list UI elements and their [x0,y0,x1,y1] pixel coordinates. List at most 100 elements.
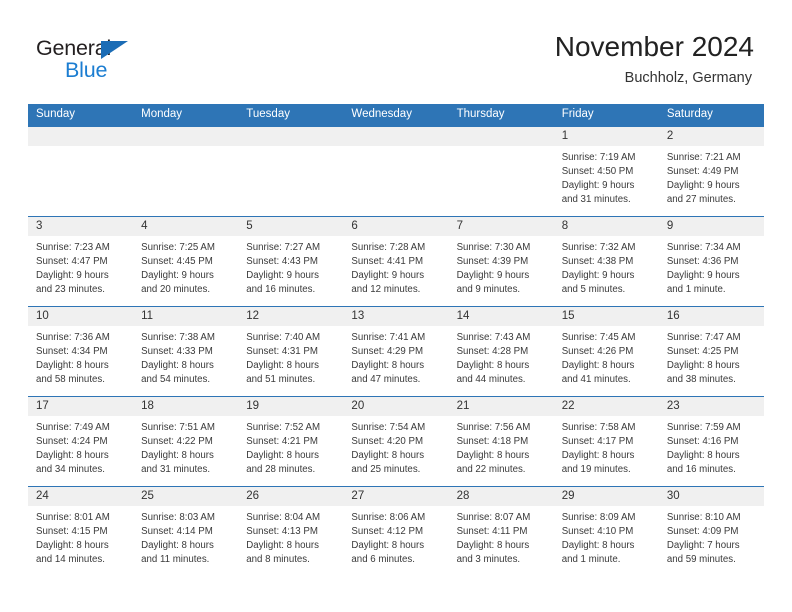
sunset-line: Sunset: 4:39 PM [456,255,529,267]
calendar-day-cell[interactable]: 10 Sunrise: 7:36 AM Sunset: 4:34 PM Dayligh… [28,305,134,396]
sunset-line: Sunset: 4:21 PM [246,435,318,447]
calendar-day-cell[interactable]: 19 Sunrise: 7:52 AM Sunset: 4:21 PM Dayligh… [238,395,344,486]
daylight-line-1: Daylight: 8 hours [246,359,319,371]
sunrise-line: Sunrise: 7:28 AM [351,241,426,253]
sunset-line: Sunset: 4:41 PM [351,255,424,267]
calendar-day-cell[interactable]: 26 Sunrise: 8:04 AM Sunset: 4:13 PM Dayligh… [238,485,344,576]
sunset-line: Sunset: 4:49 PM [666,165,739,177]
daylight-line-1: Daylight: 8 hours [666,359,740,371]
calendar-day-cell[interactable]: 8 Sunrise: 7:32 AM Sunset: 4:38 PM Daylight… [553,215,659,306]
general-blue-logo[interactable]: General Blue [36,37,166,84]
daylight-line-1: Daylight: 8 hours [666,449,740,461]
sunrise-line: Sunrise: 7:30 AM [456,241,531,253]
calendar-day-cell[interactable]: 14 Sunrise: 7:43 AM Sunset: 4:28 PM Dayligh… [448,305,554,396]
calendar-day-cell[interactable]: 25 Sunrise: 8:03 AM Sunset: 4:14 PM Dayligh… [133,485,239,576]
calendar-day-cell[interactable]: 4 Sunrise: 7:25 AM Sunset: 4:45 PM Daylight… [133,215,239,306]
sunset-line: Sunset: 4:13 PM [246,525,318,537]
daylight-line-1: Daylight: 9 hours [246,269,319,281]
calendar-day-cell[interactable]: 24 Sunrise: 8:01 AM Sunset: 4:15 PM Dayligh… [28,485,134,576]
day-details: Sunrise: 7:45 AM Sunset: 4:26 PM Daylight:… [554,326,659,387]
sunrise-line: Sunrise: 7:23 AM [36,241,110,253]
day-cell: 15 Sunrise: 7:45 AM Sunset: 4:26 PM Dayligh… [553,306,659,396]
day-cell: 18 Sunrise: 7:51 AM Sunset: 4:22 PM Dayligh… [133,396,239,486]
calendar-day-cell[interactable]: 3 Sunrise: 7:23 AM Sunset: 4:47 PM Daylight… [28,215,134,306]
calendar-day-cell[interactable]: 13 Sunrise: 7:41 AM Sunset: 4:29 PM Dayligh… [343,305,449,396]
day-details: Sunrise: 8:04 AM Sunset: 4:13 PM Daylight:… [238,506,343,567]
daylight-line-2: and 16 minutes. [666,463,736,475]
calendar-day-cell[interactable]: 7 Sunrise: 7:30 AM Sunset: 4:39 PM Daylight… [448,215,554,306]
calendar-day-cell[interactable]: 30 Sunrise: 8:10 AM Sunset: 4:09 PM Dayligh… [658,485,764,576]
daylight-line-2: and 8 minutes. [246,553,310,565]
calendar-day-cell[interactable]: 11 Sunrise: 7:38 AM Sunset: 4:33 PM Dayligh… [133,305,239,396]
sunset-line: Sunset: 4:09 PM [666,525,739,537]
day-cell: 5 Sunrise: 7:27 AM Sunset: 4:43 PM Daylight… [238,216,344,306]
day-cell: 7 Sunrise: 7:30 AM Sunset: 4:39 PM Daylight… [448,216,554,306]
calendar-day-cell[interactable]: 5 Sunrise: 7:27 AM Sunset: 4:43 PM Daylight… [238,215,344,306]
weekday-header-monday: Monday [133,104,239,127]
daylight-line-2: and 12 minutes. [351,283,421,295]
calendar-day-cell[interactable]: 17 Sunrise: 7:49 AM Sunset: 4:24 PM Dayligh… [28,395,134,486]
calendar-day-cell[interactable]: 28 Sunrise: 8:07 AM Sunset: 4:11 PM Dayligh… [448,485,554,576]
day-number [133,126,239,146]
daylight-line-2: and 58 minutes. [36,373,105,385]
day-details: Sunrise: 7:52 AM Sunset: 4:21 PM Daylight:… [238,416,343,477]
calendar-day-cell[interactable]: 27 Sunrise: 8:06 AM Sunset: 4:12 PM Dayligh… [343,485,449,576]
calendar-day-cell[interactable] [238,126,344,216]
calendar-day-cell[interactable]: 1 Sunrise: 7:19 AM Sunset: 4:50 PM Daylight… [553,126,659,216]
daylight-line-1: Daylight: 8 hours [351,539,425,551]
daylight-line-2: and 34 minutes. [36,463,105,475]
sunrise-line: Sunrise: 7:27 AM [246,241,321,253]
calendar-day-cell[interactable]: 22 Sunrise: 7:58 AM Sunset: 4:17 PM Dayligh… [553,395,659,486]
calendar-day-cell[interactable]: 9 Sunrise: 7:34 AM Sunset: 4:36 PM Daylight… [658,215,764,306]
day-details [343,146,448,151]
calendar-day-cell[interactable]: 21 Sunrise: 7:56 AM Sunset: 4:18 PM Dayligh… [448,395,554,486]
calendar-day-cell[interactable] [28,126,134,216]
daylight-line-1: Daylight: 9 hours [36,269,109,281]
weekday-header-sunday: Sunday [28,104,134,127]
page-title: November 2024 [554,31,754,62]
day-cell: 12 Sunrise: 7:40 AM Sunset: 4:31 PM Dayligh… [238,306,344,396]
day-number: 24 [28,486,134,506]
calendar-day-cell[interactable]: 12 Sunrise: 7:40 AM Sunset: 4:31 PM Dayligh… [238,305,344,396]
day-cell: 21 Sunrise: 7:56 AM Sunset: 4:18 PM Dayligh… [448,396,554,486]
calendar-day-cell[interactable]: 6 Sunrise: 7:28 AM Sunset: 4:41 PM Daylight… [343,215,449,306]
daylight-line-2: and 6 minutes. [351,553,415,565]
day-details: Sunrise: 8:07 AM Sunset: 4:11 PM Daylight:… [449,506,554,567]
day-cell: 29 Sunrise: 8:09 AM Sunset: 4:10 PM Dayligh… [553,486,659,576]
calendar-day-cell[interactable]: 2 Sunrise: 7:21 AM Sunset: 4:49 PM Daylight… [658,126,764,216]
calendar-week-row: 10 Sunrise: 7:36 AM Sunset: 4:34 PM Dayligh… [28,305,764,396]
sunset-line: Sunset: 4:11 PM [456,525,528,537]
day-number: 27 [343,486,449,506]
daylight-line-1: Daylight: 8 hours [36,449,109,461]
daylight-line-2: and 23 minutes. [36,283,105,295]
calendar-day-cell[interactable]: 16 Sunrise: 7:47 AM Sunset: 4:25 PM Dayligh… [658,305,764,396]
calendar-day-cell[interactable] [343,126,449,216]
day-number: 6 [343,216,449,236]
daylight-line-1: Daylight: 9 hours [666,179,740,191]
sunrise-line: Sunrise: 7:54 AM [351,421,426,433]
calendar-day-cell[interactable]: 15 Sunrise: 7:45 AM Sunset: 4:26 PM Dayligh… [553,305,659,396]
daylight-line-1: Daylight: 8 hours [456,359,530,371]
calendar-page: General Blue November 2024 Buchholz, Ger… [0,0,792,612]
day-number: 29 [553,486,659,506]
calendar-day-cell[interactable]: 29 Sunrise: 8:09 AM Sunset: 4:10 PM Dayligh… [553,485,659,576]
day-details: Sunrise: 7:36 AM Sunset: 4:34 PM Daylight:… [28,326,133,387]
day-details: Sunrise: 7:21 AM Sunset: 4:49 PM Daylight:… [659,146,764,207]
calendar-day-cell[interactable] [448,126,554,216]
calendar-day-cell[interactable]: 23 Sunrise: 7:59 AM Sunset: 4:16 PM Dayligh… [658,395,764,486]
sunset-line: Sunset: 4:16 PM [666,435,739,447]
day-details: Sunrise: 7:23 AM Sunset: 4:47 PM Daylight:… [28,236,133,297]
calendar-day-cell[interactable]: 20 Sunrise: 7:54 AM Sunset: 4:20 PM Dayligh… [343,395,449,486]
daylight-line-2: and 16 minutes. [246,283,316,295]
weekday-header-friday: Friday [553,104,659,127]
daylight-line-1: Daylight: 7 hours [666,539,740,551]
day-cell: 3 Sunrise: 7:23 AM Sunset: 4:47 PM Daylight… [28,216,134,306]
sunset-line: Sunset: 4:18 PM [456,435,529,447]
sunset-line: Sunset: 4:14 PM [141,525,213,537]
day-number: 28 [448,486,554,506]
sunset-line: Sunset: 4:20 PM [351,435,424,447]
calendar-day-cell[interactable] [133,126,239,216]
daylight-line-1: Daylight: 8 hours [141,359,214,371]
daylight-line-2: and 59 minutes. [666,553,736,565]
calendar-day-cell[interactable]: 18 Sunrise: 7:51 AM Sunset: 4:22 PM Dayligh… [133,395,239,486]
